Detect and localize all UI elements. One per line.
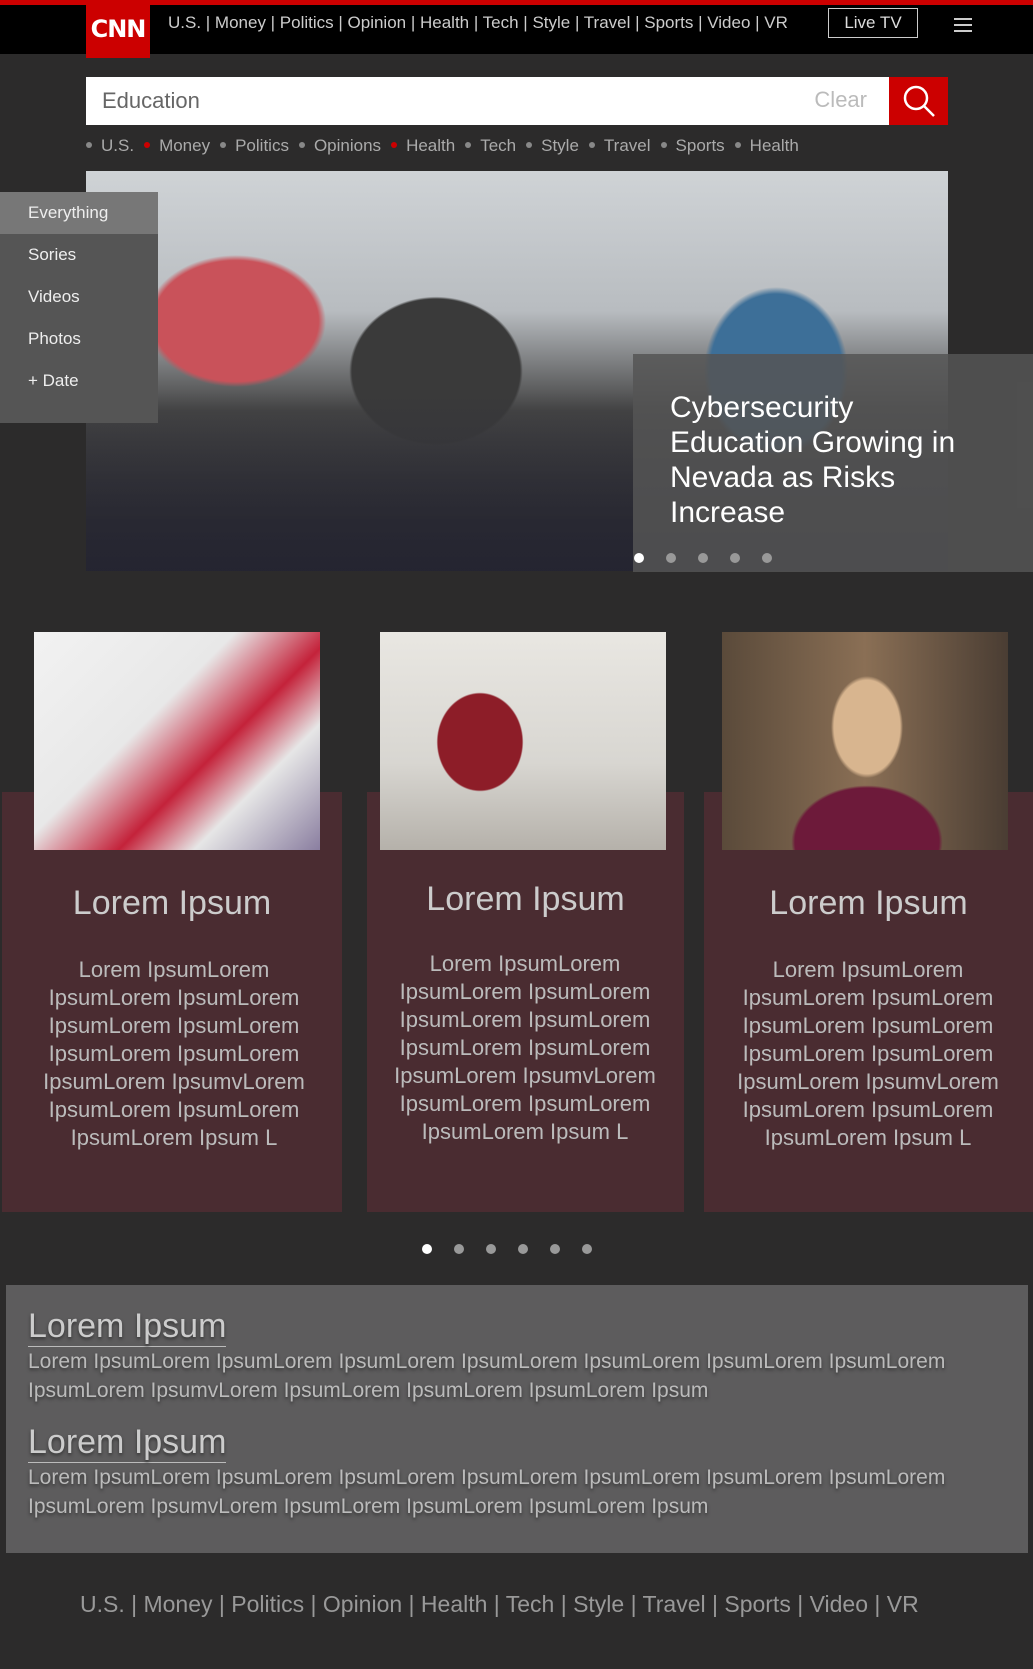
pagination-dot[interactable] [730, 553, 740, 563]
card-body: Lorem IpsumLorem IpsumLorem IpsumLorem I… [737, 957, 999, 1150]
category-link[interactable]: Politics [220, 136, 289, 156]
bullet-icon [588, 141, 595, 148]
top-nav[interactable]: U.S. | Money | Politics | Opinion | Heal… [168, 13, 788, 33]
pagination-dot[interactable] [698, 553, 708, 563]
pagination-dot[interactable] [582, 1244, 592, 1254]
search-button[interactable] [889, 77, 948, 125]
category-link[interactable]: Health [391, 136, 455, 156]
category-link[interactable]: Tech [465, 136, 516, 156]
category-link[interactable]: Opinions [298, 136, 382, 156]
category-link[interactable]: U.S. [86, 136, 134, 156]
story-card[interactable]: Lorem Ipsum Lorem IpsumLorem IpsumLorem … [367, 632, 684, 1212]
pagination-dot[interactable] [518, 1244, 528, 1254]
pagination-dot[interactable] [762, 553, 772, 563]
bullet-icon [298, 141, 305, 148]
story-card[interactable]: Lorem Ipsum Lorem IpsumLorem IpsumLorem … [704, 632, 1033, 1212]
pagination-dot[interactable] [666, 553, 676, 563]
card-title: Lorem Ipsum [769, 884, 968, 922]
hamburger-icon[interactable] [954, 18, 972, 36]
card-body: Lorem IpsumLorem IpsumLorem IpsumLorem I… [394, 951, 656, 1144]
article-body: Lorem IpsumLorem IpsumLorem IpsumLorem I… [28, 1350, 946, 1402]
bullet-icon [465, 141, 472, 148]
pagination-dot[interactable] [634, 553, 644, 563]
card-image [380, 632, 666, 850]
clear-button[interactable]: Clear [814, 87, 867, 113]
search-input[interactable] [86, 77, 686, 125]
filter-item[interactable]: Sories [0, 234, 158, 276]
category-label: Health [406, 136, 456, 155]
filter-menu: Everything Sories Videos Photos + Date [0, 192, 158, 423]
pagination-dot[interactable] [422, 1244, 432, 1254]
article-title[interactable]: Lorem Ipsum [28, 1307, 227, 1347]
category-label: Money [159, 136, 211, 155]
hero-pagination [634, 550, 794, 568]
category-link[interactable]: Sports [660, 136, 725, 156]
cards-pagination [422, 1241, 614, 1259]
category-label: Style [541, 136, 579, 155]
cnn-logo[interactable]: CNN [86, 0, 150, 58]
pagination-dot[interactable] [550, 1244, 560, 1254]
bullet-icon [391, 141, 398, 148]
category-label: Tech [480, 136, 517, 155]
category-link[interactable]: Health [734, 136, 799, 156]
bullet-icon [526, 141, 533, 148]
category-label: Politics [235, 136, 289, 155]
filter-item[interactable]: + Date [0, 360, 158, 402]
bullet-icon [144, 141, 151, 148]
card-title: Lorem Ipsum [426, 880, 625, 918]
filter-item[interactable]: Videos [0, 276, 158, 318]
bullet-icon [734, 141, 741, 148]
bullet-icon [660, 141, 667, 148]
articles-panel: Lorem Ipsum Lorem IpsumLorem IpsumLorem … [6, 1285, 1028, 1553]
category-label: Travel [603, 136, 651, 155]
category-label: Opinions [313, 136, 382, 155]
footer-nav[interactable]: U.S. | Money | Politics | Opinion | Heal… [80, 1591, 919, 1618]
article-body: Lorem IpsumLorem IpsumLorem IpsumLorem I… [28, 1466, 946, 1518]
search-bar: Clear [86, 77, 889, 125]
card-body: Lorem IpsumLorem IpsumLorem IpsumLorem I… [43, 957, 305, 1150]
article-title[interactable]: Lorem Ipsum [28, 1423, 227, 1463]
filter-item[interactable]: Photos [0, 318, 158, 360]
bullet-icon [220, 141, 227, 148]
category-link[interactable]: Style [526, 136, 579, 156]
story-card[interactable]: Lorem Ipsum Lorem IpsumLorem IpsumLorem … [2, 632, 342, 1212]
search-icon [903, 85, 935, 117]
category-label: U.S. [101, 136, 135, 155]
pagination-dot[interactable] [454, 1244, 464, 1254]
card-image [722, 632, 1008, 850]
category-label: Health [749, 136, 799, 155]
pagination-dot[interactable] [486, 1244, 496, 1254]
filter-item[interactable]: Everything [0, 192, 158, 234]
hero-caption-panel[interactable]: Cybersecurity Education Growing in Nevad… [633, 354, 1033, 572]
hero-caption: Cybersecurity Education Growing in Nevad… [670, 391, 956, 529]
card-image [34, 632, 320, 850]
category-link[interactable]: Travel [588, 136, 651, 156]
category-link[interactable]: Money [144, 136, 210, 156]
category-label: Sports [675, 136, 725, 155]
category-nav: U.S. Money Politics Opinions Health Tech Style… [86, 136, 809, 156]
live-tv-button[interactable]: Live TV [828, 8, 918, 38]
bullet-icon [86, 141, 92, 148]
card-title: Lorem Ipsum [72, 884, 272, 922]
